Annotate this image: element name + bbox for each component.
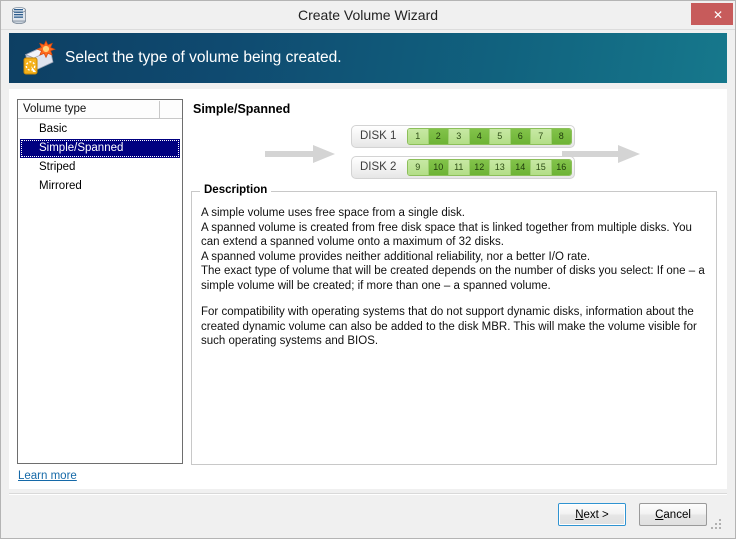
description-text: A simple volume uses free space from a s… xyxy=(201,206,705,349)
disk-block: 14 xyxy=(511,160,532,175)
wizard-banner: Select the type of volume being created. xyxy=(9,33,727,83)
column-divider xyxy=(159,101,160,118)
description-legend: Description xyxy=(200,184,271,196)
next-button-label: ext > xyxy=(584,509,609,521)
disk-row-2: DISK 2 9 10 11 12 13 14 15 16 xyxy=(351,156,575,179)
disk-block: 2 xyxy=(429,129,450,144)
disk-block: 9 xyxy=(408,160,429,175)
learn-more-link[interactable]: Learn more xyxy=(18,470,77,482)
disk-block: 13 xyxy=(490,160,511,175)
disk-block: 11 xyxy=(449,160,470,175)
disk-1-blocks: 1 2 3 4 5 6 7 8 xyxy=(407,128,572,145)
description-paragraph-1: A simple volume uses free space from a s… xyxy=(201,206,705,293)
content-area: Volume type Basic Simple/Spanned Striped… xyxy=(9,89,727,489)
page-title: Simple/Spanned xyxy=(193,102,290,116)
footer-bar: Next > Cancel xyxy=(9,494,727,533)
list-item-striped[interactable]: Striped xyxy=(18,158,182,177)
disk-block: 3 xyxy=(449,129,470,144)
list-item-mirrored[interactable]: Mirrored xyxy=(18,177,182,196)
disk-block: 5 xyxy=(490,129,511,144)
volume-type-list-header[interactable]: Volume type xyxy=(18,100,182,119)
disk-block: 7 xyxy=(531,129,552,144)
disk-block: 1 xyxy=(408,129,429,144)
arrow-right-icon-left xyxy=(265,145,337,168)
cancel-button-label: ancel xyxy=(663,509,691,521)
right-panel: Simple/Spanned DISK 1 1 xyxy=(191,99,719,467)
list-item-simple-spanned[interactable]: Simple/Spanned xyxy=(20,139,180,158)
disk-block: 15 xyxy=(531,160,552,175)
disk-block: 8 xyxy=(552,129,572,144)
volume-type-list-items: Basic Simple/Spanned Striped Mirrored xyxy=(18,120,182,196)
disk-block: 10 xyxy=(429,160,450,175)
disk-1-label: DISK 1 xyxy=(360,126,396,147)
description-paragraph-2: For compatibility with operating systems… xyxy=(201,305,705,349)
disk-row-1: DISK 1 1 2 3 4 5 6 7 8 xyxy=(351,125,575,148)
banner-title: Select the type of volume being created. xyxy=(65,33,342,83)
disk-2-label: DISK 2 xyxy=(360,157,396,178)
window-title: Create Volume Wizard xyxy=(1,1,735,29)
create-volume-wizard-window: Create Volume Wizard ✕ Select the type o… xyxy=(0,0,736,539)
next-button[interactable]: Next > xyxy=(558,503,626,526)
disk-2-blocks: 9 10 11 12 13 14 15 16 xyxy=(407,159,572,176)
title-bar: Create Volume Wizard ✕ xyxy=(1,1,735,30)
close-button[interactable]: ✕ xyxy=(691,3,733,25)
disk-block: 16 xyxy=(552,160,572,175)
disk-block: 4 xyxy=(470,129,491,144)
disk-with-starburst-icon xyxy=(19,39,59,77)
cancel-button[interactable]: Cancel xyxy=(639,503,707,526)
volume-type-list[interactable]: Volume type Basic Simple/Spanned Striped… xyxy=(17,99,183,464)
column-header-volume-type: Volume type xyxy=(23,100,86,119)
disk-block: 6 xyxy=(511,129,532,144)
next-button-accel: N xyxy=(575,509,583,521)
resize-grip[interactable] xyxy=(711,517,723,529)
close-icon: ✕ xyxy=(697,4,736,26)
volume-layout-diagram: DISK 1 1 2 3 4 5 6 7 8 DISK 2 xyxy=(191,123,719,185)
list-item-basic[interactable]: Basic xyxy=(18,120,182,139)
disk-block: 12 xyxy=(470,160,491,175)
description-group-box: Description A simple volume uses free sp… xyxy=(191,191,717,465)
